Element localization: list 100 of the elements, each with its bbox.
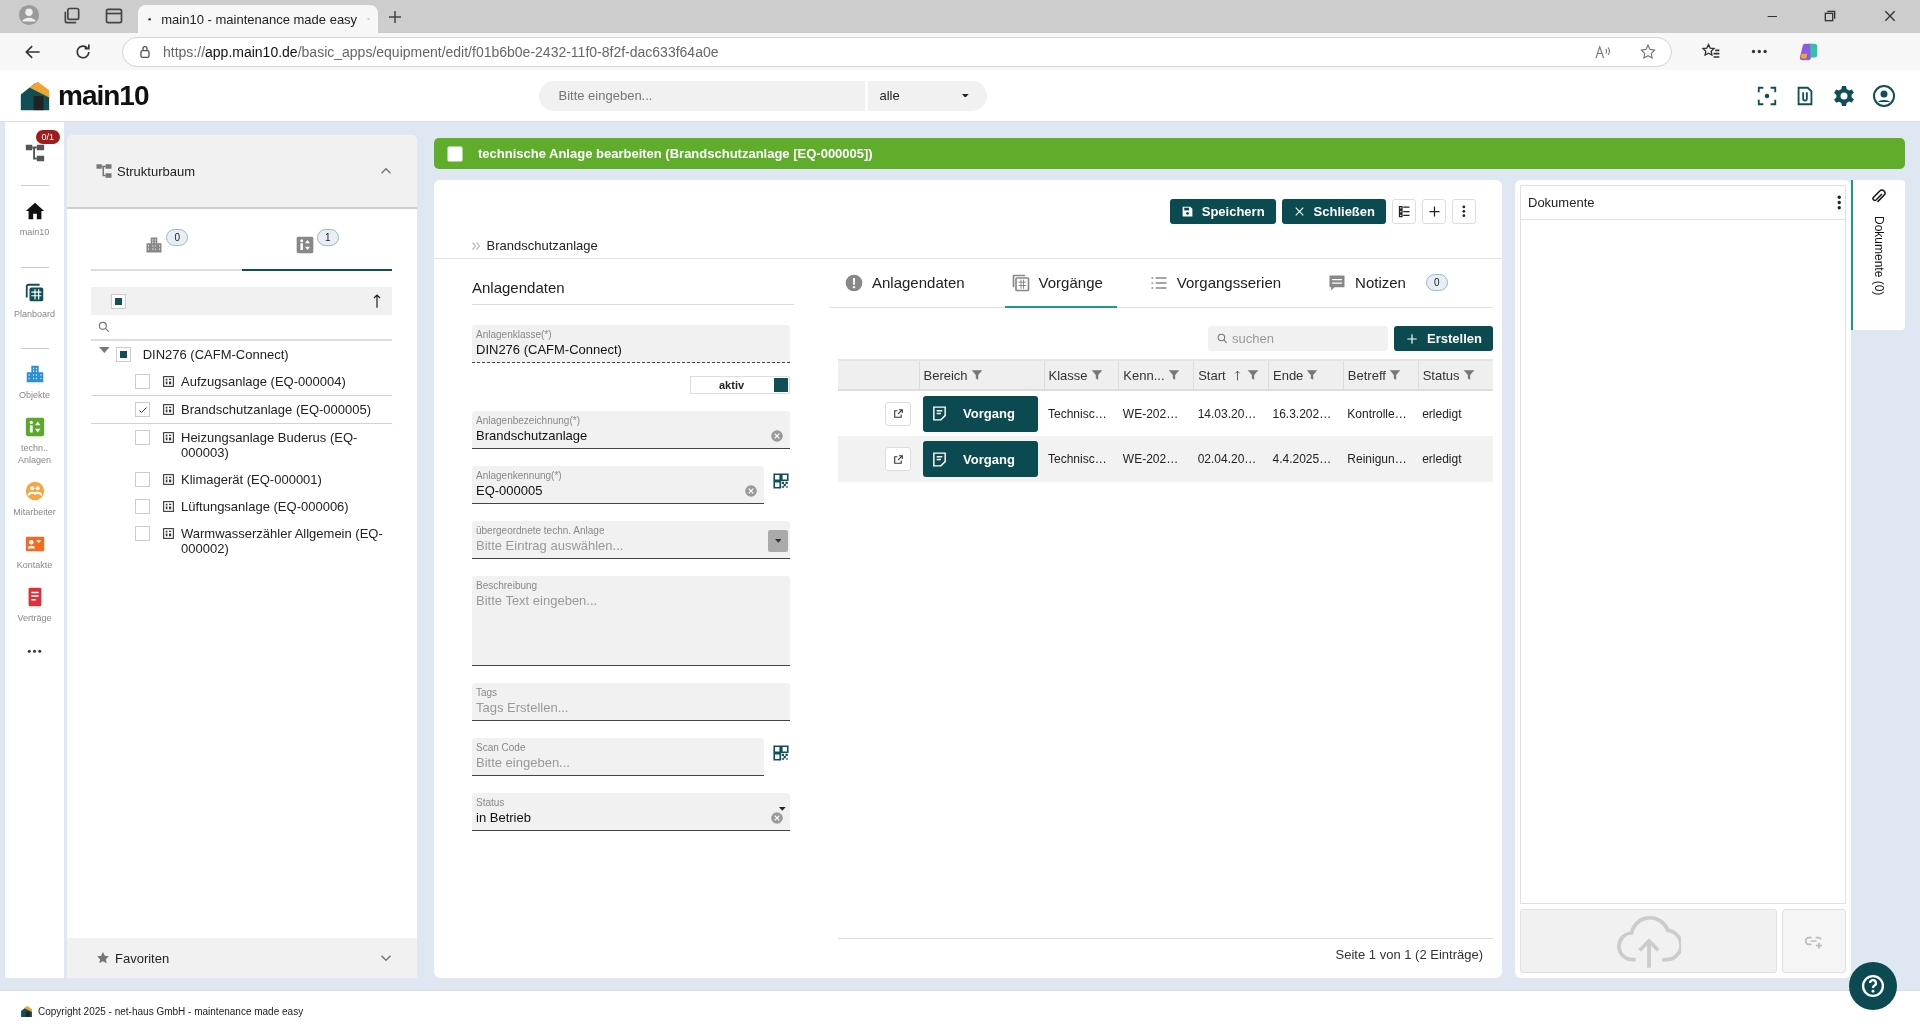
read-aloud-icon[interactable] (1593, 42, 1611, 61)
address-bar[interactable]: https://app.main10.de/basic_apps/equipment/edit/f01b6b0e-2432-11f0-8f2f-dac633f64a0e (122, 36, 1672, 67)
more-button[interactable] (1452, 199, 1476, 224)
tab[interactable]: 1 (241, 223, 392, 271)
tree-row[interactable]: Warmwasserzähler Allgemein (EQ-000002) (91, 520, 392, 562)
tree-row[interactable]: Heizungsanlage Buderus (EQ-000003) (91, 424, 392, 466)
form-field[interactable]: Anlagenklasse(*) DIN276 (CAFM-Connect) (472, 325, 790, 363)
input-field[interactable]: EQ-000005 (476, 481, 760, 498)
tree-row[interactable]: Klimagerät (EQ-000001) (91, 466, 392, 493)
close-button[interactable]: Schließen (1281, 199, 1386, 224)
sidebar-icon[interactable] (104, 6, 124, 26)
checkbox[interactable] (135, 430, 150, 445)
nav-item[interactable]: techn.. Anlagen (6, 416, 63, 467)
tree-item[interactable]: DIN276 (CAFM-Connect) (142, 347, 289, 362)
more-icon[interactable] (27, 648, 42, 653)
new-tab-icon[interactable] (386, 8, 404, 26)
column-header[interactable]: Ende (1268, 360, 1344, 390)
record-button[interactable]: Vorgang (923, 441, 1038, 477)
search-field[interactable]: Bitte eingeben... (538, 80, 865, 111)
clear-icon[interactable] (770, 429, 784, 443)
add-button[interactable] (1422, 199, 1446, 224)
tab[interactable]: Anlagendaten (838, 259, 979, 308)
scan-icon[interactable] (1756, 84, 1778, 107)
help-button[interactable] (1849, 962, 1897, 1010)
checkbox[interactable] (111, 293, 126, 309)
toggle-switch[interactable]: aktiv (690, 376, 790, 394)
input-field[interactable]: Tags Erstellen... (476, 698, 786, 715)
nav-item[interactable]: Mitarbeiter (6, 480, 63, 520)
create-button[interactable]: Erstellen (1394, 326, 1493, 351)
columns-button[interactable] (1392, 199, 1416, 224)
text-area[interactable]: Bitte Text eingeben... (476, 591, 786, 663)
scope-dropdown[interactable]: alle (867, 80, 987, 111)
filter-icon[interactable] (1166, 368, 1181, 382)
tree-row[interactable]: Lüftungsanlage (EQ-000006) (91, 493, 392, 520)
tree-row[interactable]: Brandschutzanlage (EQ-000005) (91, 395, 392, 424)
more-icon[interactable] (1836, 195, 1841, 210)
checkbox[interactable] (135, 499, 150, 514)
minimize-icon[interactable] (1767, 15, 1778, 17)
table-cell: 4.4.2025… (1268, 436, 1344, 482)
tabs-icon[interactable] (62, 6, 82, 26)
search-box[interactable]: suchen (1208, 326, 1389, 351)
checkbox[interactable] (135, 374, 150, 389)
tree-icon[interactable] (23, 142, 46, 164)
dropdown-button[interactable] (768, 530, 788, 552)
settings-icon[interactable] (1832, 83, 1856, 108)
column-header[interactable]: Betreff (1343, 360, 1419, 390)
nav-item[interactable]: Kontakte (6, 533, 63, 572)
filter-icon[interactable] (1089, 368, 1104, 382)
open-button[interactable] (885, 401, 911, 426)
input-field[interactable]: Bitte eingeben... (476, 753, 760, 770)
nav-item[interactable]: main10 (6, 200, 63, 239)
more-icon[interactable] (1751, 49, 1768, 54)
filter-icon[interactable] (1305, 368, 1320, 382)
table-cell: Technisc… (1044, 390, 1119, 436)
readonly-field[interactable]: DIN276 (CAFM-Connect) (476, 340, 786, 357)
tab[interactable]: Notizen 0 (1321, 259, 1462, 308)
column-header[interactable]: Bereich (919, 360, 1044, 390)
form-field[interactable]: Anlagenkennung(*) EQ-000005 (472, 466, 764, 504)
checkbox[interactable] (115, 347, 131, 362)
qr-code-icon[interactable] (772, 472, 790, 490)
filter-icon[interactable] (1245, 368, 1260, 382)
record-button[interactable]: Vorgang (923, 395, 1038, 432)
filter-icon[interactable] (1461, 368, 1476, 382)
save-button[interactable]: Speichern (1169, 199, 1276, 224)
qr-code-icon[interactable] (772, 744, 790, 762)
note-icon (931, 450, 948, 468)
account-icon[interactable] (1872, 83, 1896, 108)
column-header[interactable]: Klasse (1044, 360, 1119, 390)
filter-icon[interactable] (1387, 368, 1402, 382)
nav-item[interactable]: Verträge (6, 585, 63, 625)
checkbox[interactable] (135, 526, 150, 541)
side-tab[interactable]: Dokumente (0) (1851, 180, 1905, 330)
caret-icon[interactable] (779, 807, 786, 811)
form-field[interactable]: Anlagenbezeichnung(*) Brandschutzanlage (472, 411, 790, 449)
clear-icon[interactable] (744, 484, 758, 498)
restore-icon[interactable] (1822, 8, 1838, 24)
tab[interactable]: 0 (91, 223, 242, 271)
form-field[interactable]: Status in Betrieb (472, 793, 790, 831)
close-icon[interactable] (1882, 8, 1898, 24)
filter-icon[interactable] (969, 368, 984, 382)
lock-icon (137, 43, 153, 60)
column-header[interactable]: Status (1418, 360, 1493, 390)
dropdown-field[interactable]: in Betrieb (476, 808, 786, 825)
search-field[interactable]: suchen (1230, 330, 1371, 347)
tree-row[interactable]: Aufzugsanlage (EQ-000004) (91, 368, 392, 395)
checkbox[interactable] (135, 472, 150, 487)
browser-tab[interactable]: main10 - maintenance made easy (138, 5, 378, 33)
open-button[interactable] (885, 447, 911, 471)
column-header[interactable]: Start (1193, 360, 1269, 390)
checkbox[interactable] (135, 402, 150, 417)
tab[interactable]: Vorgänge (1004, 259, 1117, 308)
nav-item[interactable]: Planboard (6, 281, 63, 321)
expand-icon[interactable] (99, 347, 110, 353)
tab[interactable]: Vorgangsserien (1142, 259, 1296, 308)
nav-item[interactable]: Objekte (6, 363, 63, 403)
dropdown-field[interactable]: Bitte Eintrag auswählen... (476, 536, 786, 553)
column-header[interactable]: Kenn... (1118, 360, 1194, 390)
input-field[interactable]: Brandschutzanlage (476, 426, 786, 443)
note-icon (931, 405, 948, 422)
star-icon[interactable] (1639, 42, 1657, 61)
